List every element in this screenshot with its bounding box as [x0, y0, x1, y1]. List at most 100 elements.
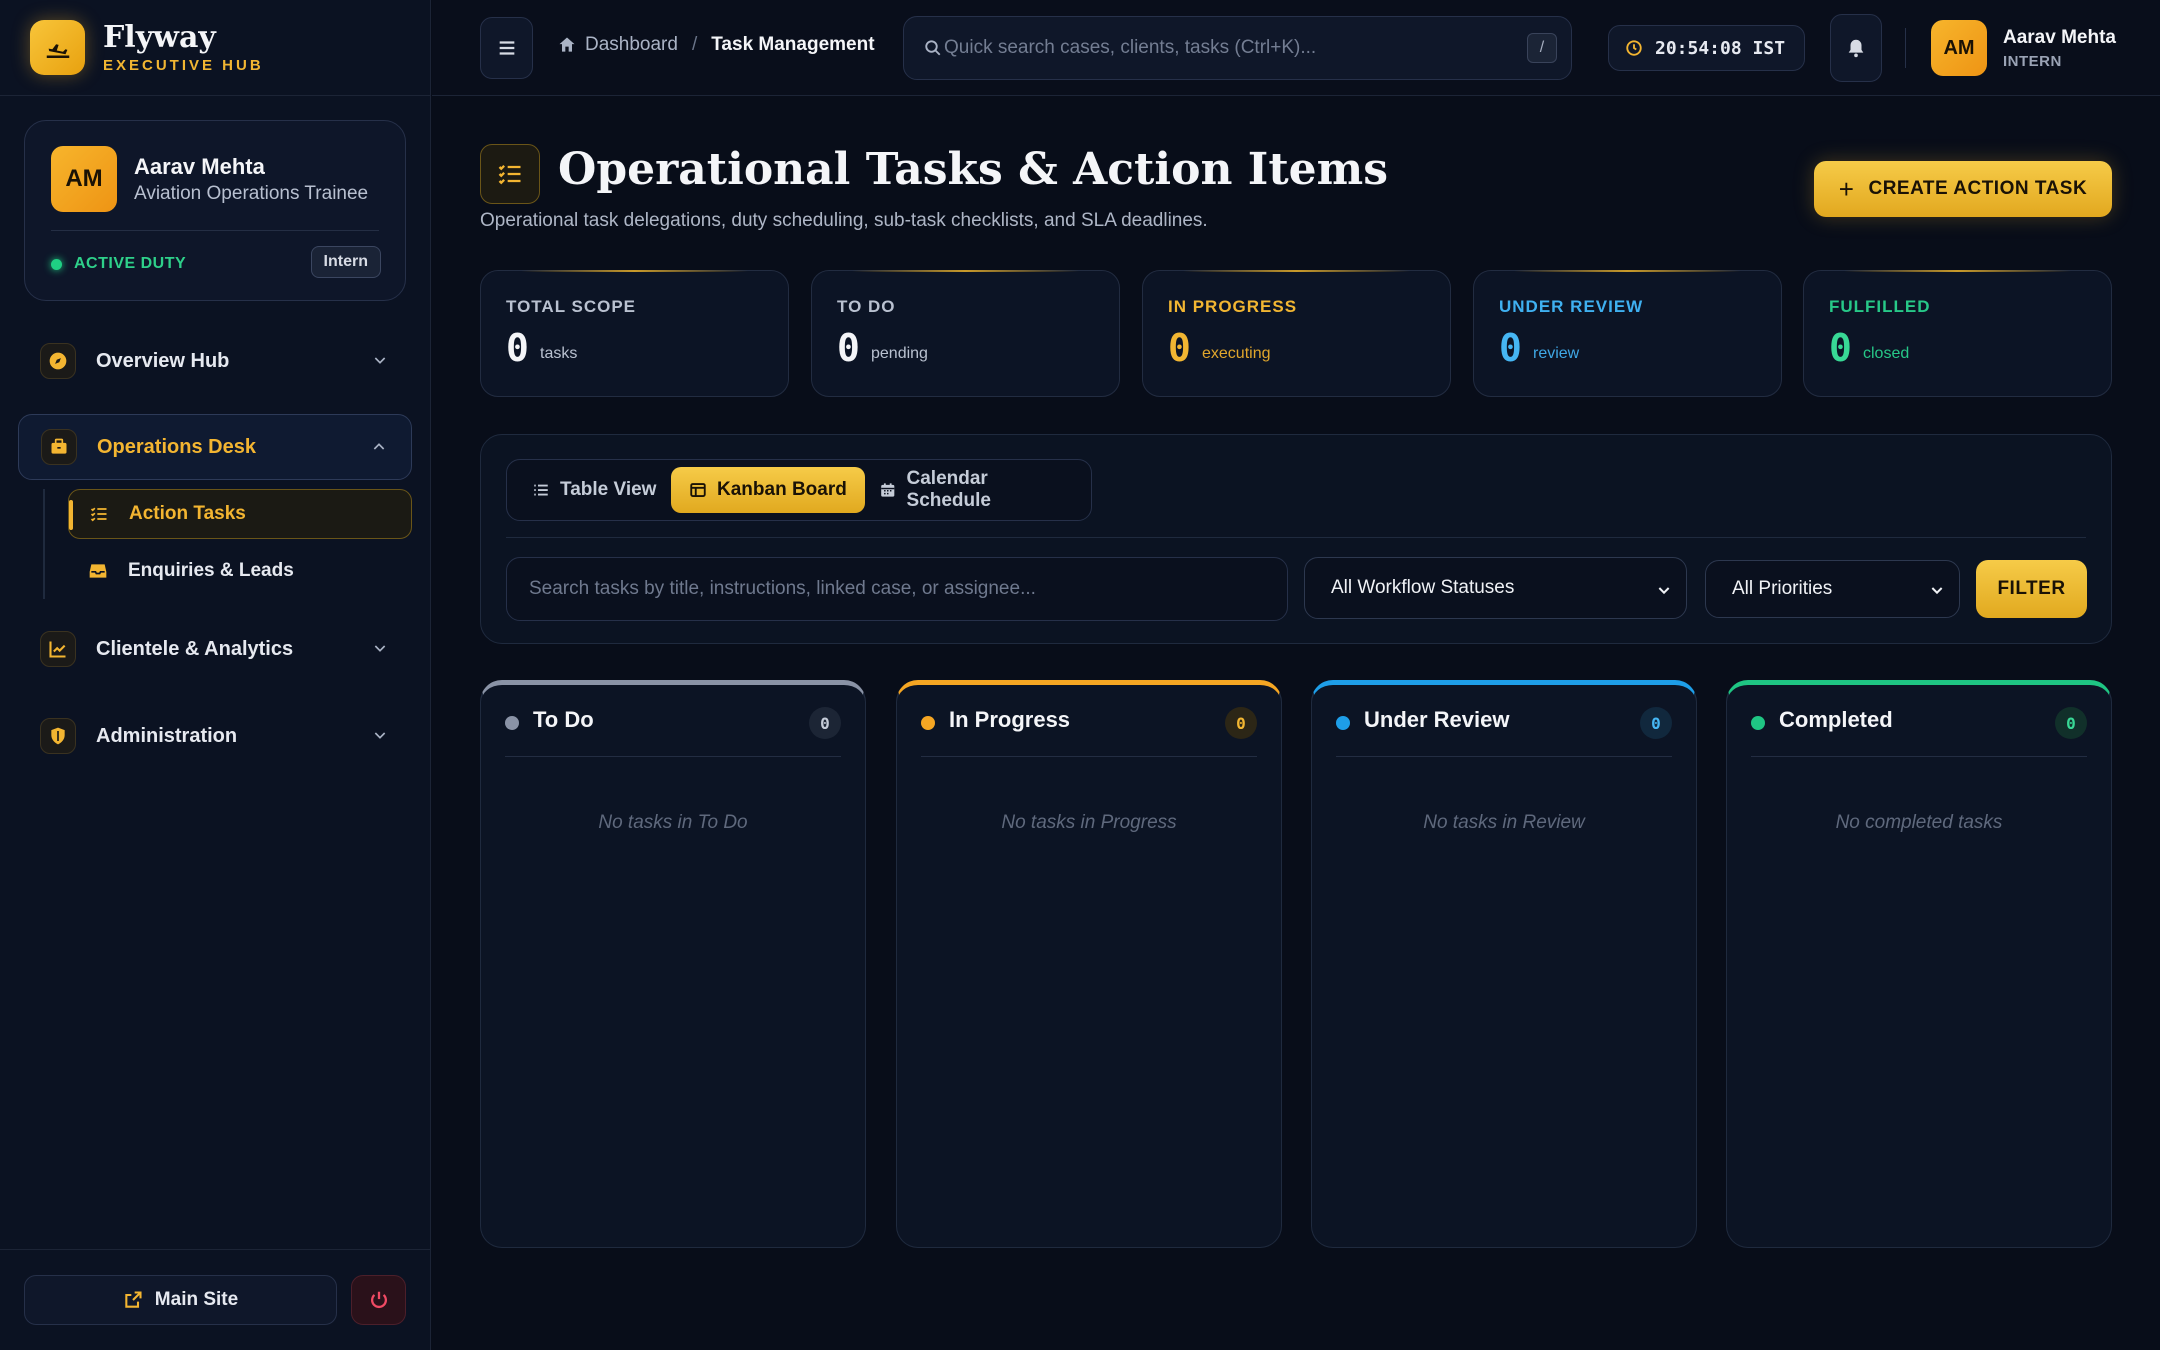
stat-card-todo: TO DO 0 pending: [811, 270, 1120, 397]
tab-calendar-schedule[interactable]: Calendar Schedule: [861, 467, 1091, 513]
sidebar-item-enquiries[interactable]: Enquiries & Leads: [68, 546, 412, 596]
stat-value: 0: [506, 326, 529, 370]
stat-label: FULFILLED: [1829, 297, 1931, 316]
nav-overview-hub[interactable]: Overview Hub: [18, 328, 412, 394]
nav-operations-desk[interactable]: Operations Desk: [18, 414, 412, 480]
stat-label: UNDER REVIEW: [1499, 297, 1644, 316]
priority-select[interactable]: All Priorities: [1705, 560, 1960, 618]
profile-name: Aarav Mehta: [134, 154, 265, 179]
briefcase-icon: [41, 429, 77, 465]
avatar: AM: [1931, 20, 1987, 76]
nav-label: Overview Hub: [96, 349, 230, 372]
role-badge: Intern: [310, 246, 381, 278]
topbar: Dashboard / Task Management Quick search…: [432, 0, 2160, 96]
tasks-list-icon: [480, 144, 540, 204]
stat-card-in-progress: IN PROGRESS 0 executing: [1142, 270, 1451, 397]
nav-administration[interactable]: Administration: [18, 703, 412, 769]
tab-label: Table View: [560, 479, 657, 500]
view-switcher: Table View Kanban Board Calendar Schedul…: [506, 459, 1092, 521]
tab-table-view[interactable]: Table View: [514, 467, 674, 513]
kanban-column-in-progress: In Progress 0 No tasks in Progress: [896, 680, 1282, 1248]
stat-label: TOTAL SCOPE: [506, 297, 637, 316]
column-title: To Do: [533, 707, 594, 732]
chevron-down-icon: [374, 357, 386, 364]
stat-unit: tasks: [540, 345, 578, 362]
brand[interactable]: Flyway EXECUTIVE HUB: [0, 0, 430, 96]
hamburger-icon: [499, 41, 514, 55]
breadcrumb-home[interactable]: Dashboard: [585, 34, 678, 56]
column-empty-message: No tasks in Progress: [1001, 812, 1177, 833]
logout-button[interactable]: [351, 1275, 406, 1325]
stat-card-fulfilled: FULFILLED 0 closed: [1803, 270, 2112, 397]
nav-clientele-analytics[interactable]: Clientele & Analytics: [18, 616, 412, 682]
kanban-column-under-review: Under Review 0 No tasks in Review: [1311, 680, 1697, 1248]
stat-value: 0: [1829, 326, 1852, 370]
nav-label: Clientele & Analytics: [96, 637, 294, 660]
inbox-icon: [88, 561, 110, 581]
profile-role: Aviation Operations Trainee: [134, 183, 369, 204]
page-subtitle: Operational task delegations, duty sched…: [480, 210, 1208, 231]
column-dot-icon: [505, 716, 519, 730]
stat-unit: review: [1533, 345, 1580, 362]
main-site-button[interactable]: Main Site: [24, 1275, 337, 1325]
plane-logo-icon: [30, 20, 85, 75]
home-icon: [559, 37, 575, 52]
column-title: Under Review: [1364, 707, 1510, 732]
breadcrumb-separator: /: [691, 34, 698, 55]
stat-card-under-review: UNDER REVIEW 0 review: [1473, 270, 1782, 397]
avatar: AM: [51, 146, 117, 212]
stat-label: IN PROGRESS: [1168, 297, 1298, 316]
status-indicator: ACTIVE DUTY: [51, 255, 186, 273]
tab-kanban-board[interactable]: Kanban Board: [671, 467, 865, 513]
user-role: INTERN: [2003, 52, 2062, 70]
tab-label: Calendar Schedule: [906, 468, 991, 511]
column-empty-message: No completed tasks: [1835, 812, 2003, 833]
create-action-task-button[interactable]: + CREATE ACTION TASK: [1814, 161, 2112, 217]
filter-button[interactable]: FILTER: [1976, 560, 2087, 618]
stat-label: TO DO: [837, 297, 896, 316]
global-search-input[interactable]: Quick search cases, clients, tasks (Ctrl…: [903, 16, 1572, 80]
column-count-badge: 0: [2055, 707, 2087, 739]
calendar-icon: [881, 483, 895, 497]
stat-card-total: TOTAL SCOPE 0 tasks: [480, 270, 789, 397]
brand-subtitle: EXECUTIVE HUB: [103, 57, 264, 74]
external-link-icon: [125, 1291, 142, 1308]
sidebar: Flyway EXECUTIVE HUB AM Aarav Mehta Avia…: [0, 0, 431, 1350]
column-title: Completed: [1779, 707, 1893, 732]
chart-line-icon: [40, 631, 76, 667]
notifications-button[interactable]: [1830, 14, 1882, 82]
task-search-input[interactable]: [506, 557, 1288, 621]
stat-value: 0: [1499, 326, 1522, 370]
status-text: ACTIVE DUTY: [74, 255, 187, 272]
search-placeholder: Quick search cases, clients, tasks (Ctrl…: [944, 37, 1317, 58]
stat-unit: pending: [871, 345, 928, 362]
menu-toggle-button[interactable]: [480, 17, 533, 79]
kanban-column-completed: Completed 0 No completed tasks: [1726, 680, 2112, 1248]
stat-unit: closed: [1863, 345, 1910, 362]
status-select[interactable]: All Workflow Statuses: [1304, 557, 1687, 619]
status-dot-icon: [51, 258, 62, 270]
sidebar-item-action-tasks[interactable]: Action Tasks: [68, 489, 412, 539]
column-dot-icon: [1336, 716, 1350, 730]
column-empty-message: No tasks in Review: [1423, 812, 1585, 833]
divider: [1905, 28, 1906, 68]
status-select-value: All Workflow Statuses: [1331, 577, 1515, 598]
chevron-down-icon: [374, 732, 386, 739]
clock-display: 20:54:08 IST: [1608, 25, 1805, 71]
chevron-up-icon: [373, 443, 385, 450]
kanban-column-todo: To Do 0 No tasks in To Do: [480, 680, 866, 1248]
kanban-icon: [690, 483, 706, 497]
page-title: Operational Tasks & Action Items: [558, 144, 1388, 195]
sidebar-item-label: Enquiries & Leads: [128, 560, 294, 581]
main-site-label: Main Site: [154, 1289, 239, 1310]
clock-time: 20:54:08 IST: [1655, 37, 1786, 59]
column-title: In Progress: [949, 707, 1071, 732]
sidebar-footer: Main Site: [0, 1249, 431, 1350]
filter-panel: Table View Kanban Board Calendar Schedul…: [480, 434, 2112, 644]
column-count-badge: 0: [809, 707, 841, 739]
user-menu[interactable]: AM Aarav Mehta INTERN: [1931, 20, 2116, 76]
nav-label: Administration: [96, 724, 238, 747]
sidebar-item-label: Action Tasks: [129, 503, 246, 524]
breadcrumb: Dashboard / Task Management: [557, 34, 875, 56]
column-empty-message: No tasks in To Do: [598, 812, 748, 833]
